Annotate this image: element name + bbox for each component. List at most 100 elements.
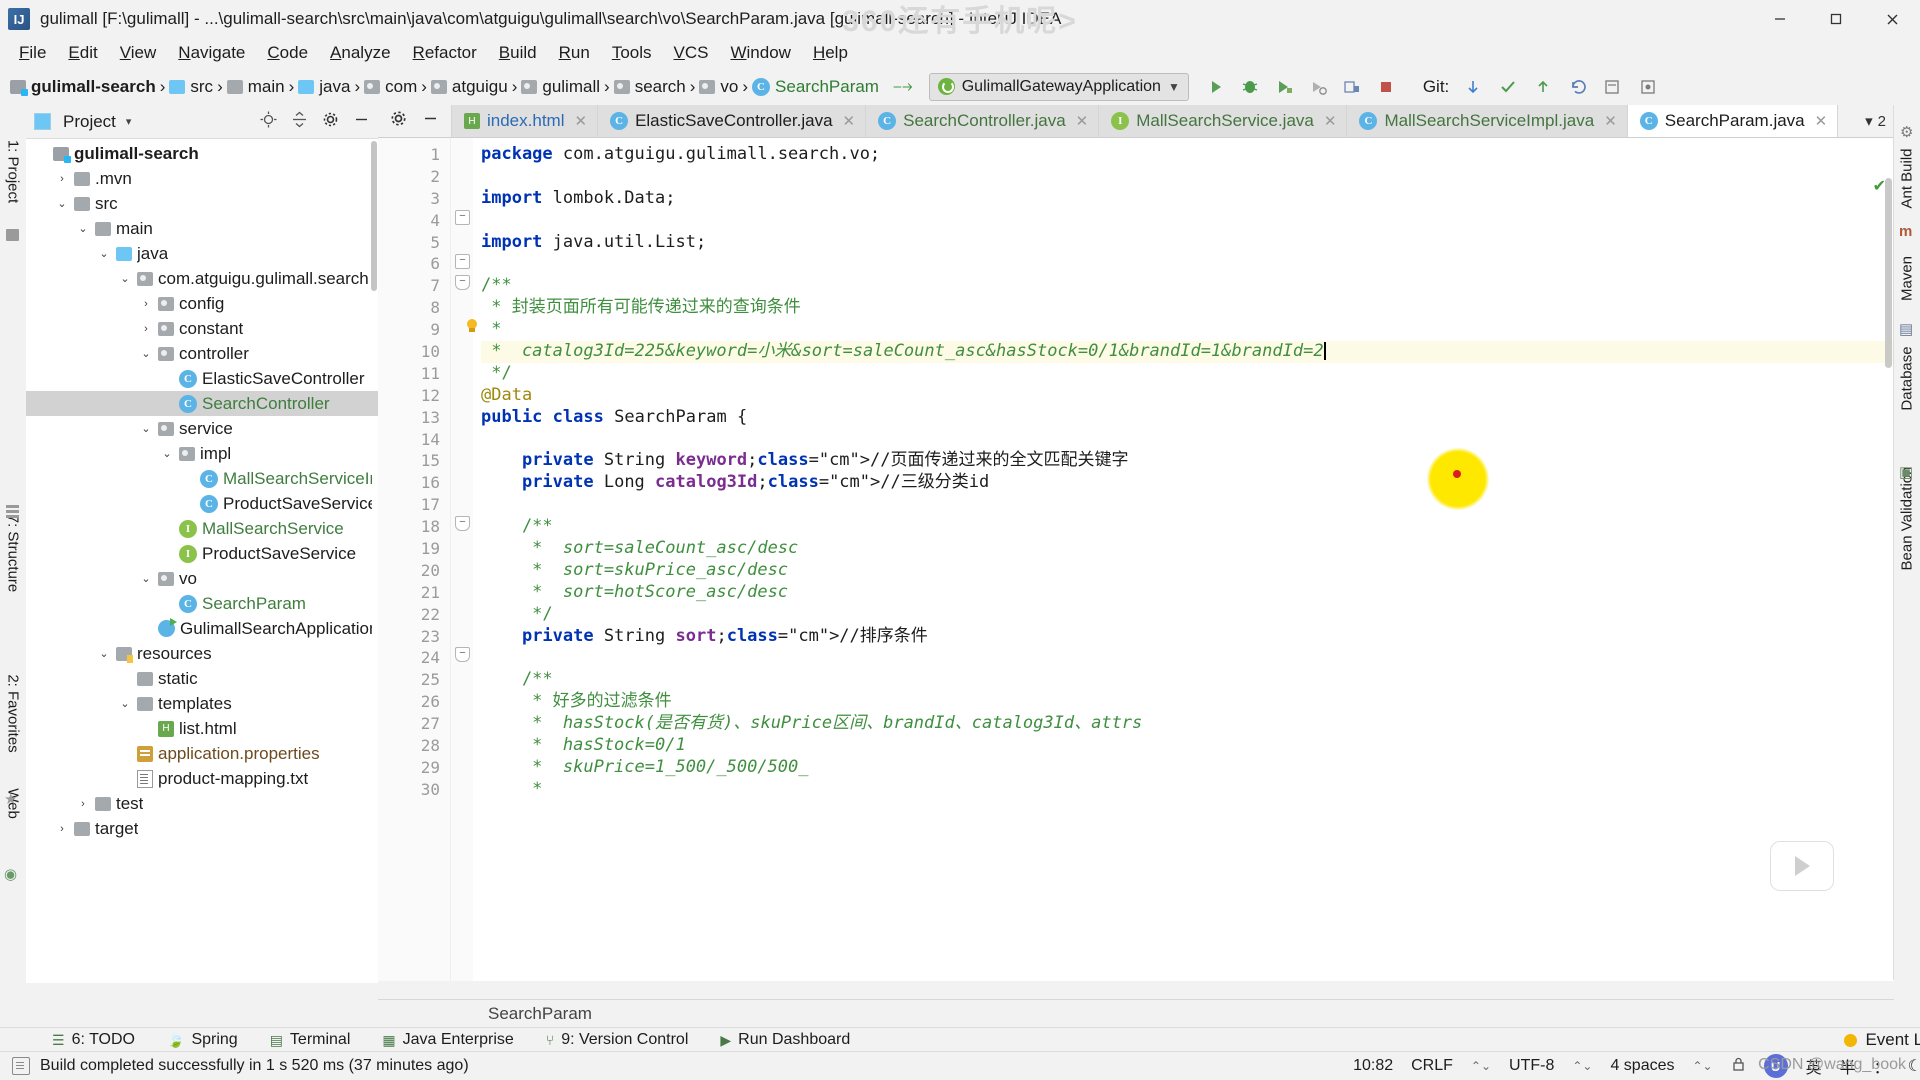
bottom-tool-6-todo[interactable]: ☰ 6: TODO bbox=[36, 1031, 151, 1049]
line-separator[interactable]: CRLF bbox=[1411, 1057, 1453, 1075]
breadcrumb-item-atguigu[interactable]: atguigu bbox=[427, 77, 512, 97]
fold-marker[interactable]: − bbox=[455, 516, 470, 531]
push-icon[interactable] bbox=[1532, 76, 1554, 98]
chevron-down-icon[interactable]: ⌄ bbox=[118, 697, 132, 710]
close-icon[interactable]: ✕ bbox=[1604, 112, 1617, 130]
close-icon[interactable] bbox=[1864, 0, 1920, 38]
hide-icon[interactable] bbox=[422, 110, 439, 132]
code-folding-gutter[interactable]: − − − − − bbox=[451, 138, 473, 981]
chevron-down-icon[interactable]: ⌄ bbox=[118, 272, 132, 285]
chevron-down-icon[interactable]: ⌄ bbox=[55, 197, 69, 210]
run-configuration-selector[interactable]: GulimallGatewayApplication ▼ bbox=[928, 72, 1189, 101]
bottom-tool-9-version-control[interactable]: ⑂ 9: Version Control bbox=[530, 1031, 705, 1049]
stop-icon[interactable] bbox=[1375, 76, 1397, 98]
tree-node--mvn[interactable]: › .mvn bbox=[26, 166, 378, 191]
tree-node-com-atguigu-gulimall-search[interactable]: ⌄ com.atguigu.gulimall.search bbox=[26, 266, 378, 291]
close-icon[interactable]: ✕ bbox=[1815, 112, 1828, 130]
tree-node-service[interactable]: ⌄ service bbox=[26, 416, 378, 441]
menu-item-analyze[interactable]: Analyze bbox=[319, 40, 401, 66]
intention-bulb-icon[interactable] bbox=[465, 319, 479, 335]
event-log-area[interactable]: Event Log bbox=[1844, 1030, 1920, 1050]
sidebar-item-bean-validation[interactable]: Bean Validation bbox=[1899, 467, 1916, 571]
breadcrumb-item-com[interactable]: com bbox=[360, 77, 421, 97]
tree-node-src[interactable]: ⌄ src bbox=[26, 191, 378, 216]
menu-item-navigate[interactable]: Navigate bbox=[167, 40, 256, 66]
tree-node-resources[interactable]: ⌄ resources bbox=[26, 641, 378, 666]
tab-index-html[interactable]: Hindex.html ✕ bbox=[452, 105, 599, 137]
tree-node-impl[interactable]: ⌄ impl bbox=[26, 441, 378, 466]
lock-icon[interactable] bbox=[1731, 1056, 1746, 1077]
tree-node-list-html[interactable]: · Hlist.html bbox=[26, 716, 378, 741]
tab-mallsearchserviceimpl-java[interactable]: C MallSearchServiceImpl.java ✕ bbox=[1347, 105, 1628, 137]
attach-debugger-icon[interactable] bbox=[1341, 76, 1363, 98]
bottom-tool-java-enterprise[interactable]: ▦ Java Enterprise bbox=[366, 1031, 529, 1049]
close-icon[interactable]: ✕ bbox=[843, 112, 856, 130]
caret-position[interactable]: 10:82 bbox=[1353, 1057, 1393, 1075]
update-project-icon[interactable] bbox=[1462, 76, 1484, 98]
fold-marker[interactable]: − bbox=[455, 275, 470, 290]
hide-icon[interactable] bbox=[353, 111, 370, 133]
tree-node-controller[interactable]: ⌄ controller bbox=[26, 341, 378, 366]
tab-searchcontroller-java[interactable]: C SearchController.java ✕ bbox=[866, 105, 1100, 137]
settings-icon[interactable] bbox=[322, 111, 339, 133]
menu-item-build[interactable]: Build bbox=[488, 40, 548, 66]
menu-item-vcs[interactable]: VCS bbox=[663, 40, 720, 66]
tree-node-elasticsavecontroller[interactable]: · C ElasticSaveController bbox=[26, 366, 378, 391]
code-editor[interactable]: 1 2 3 4 5 6 7 8 9 10 11 12 13 14 15 16 17 18 19 20 21 22 23 24 2… bbox=[378, 138, 1894, 981]
breadcrumb-item-vo[interactable]: vo bbox=[695, 77, 742, 97]
breadcrumb-item-searchparam[interactable]: C SearchParam bbox=[748, 77, 883, 97]
sidebar-item-favorites[interactable]: 2: Favorites bbox=[5, 674, 22, 752]
collapse-all-icon[interactable] bbox=[291, 111, 308, 133]
fold-marker[interactable]: − bbox=[455, 254, 470, 269]
sidebar-item-project[interactable]: 1: Project bbox=[5, 140, 22, 203]
chevron-right-icon[interactable]: › bbox=[139, 298, 153, 310]
sidebar-item-database[interactable]: Database bbox=[1899, 346, 1916, 410]
chevron-down-icon[interactable]: ⌄ bbox=[97, 247, 111, 260]
chevron-down-icon[interactable]: ⌄ bbox=[139, 422, 153, 435]
breadcrumb-item-src[interactable]: src bbox=[165, 77, 217, 97]
tree-node-mallsearchserviceimpl[interactable]: · C MallSearchServiceImpl bbox=[26, 466, 378, 491]
tree-node-productsaveservice[interactable]: · I ProductSaveService bbox=[26, 541, 378, 566]
project-tree[interactable]: · gulimall-search › .mvn ⌄ src ⌄ main ⌄ java ⌄ com.… bbox=[26, 139, 378, 983]
chevron-down-icon[interactable]: ⌄ bbox=[139, 572, 153, 585]
branch-icon[interactable] bbox=[1637, 76, 1659, 98]
close-icon[interactable]: ✕ bbox=[1076, 112, 1089, 130]
editor-scrollbar[interactable] bbox=[1885, 178, 1892, 368]
tab-mallsearchservice-java[interactable]: I MallSearchService.java ✕ bbox=[1099, 105, 1348, 137]
chevron-right-icon[interactable]: › bbox=[55, 823, 69, 835]
build-hammer-icon[interactable]: ⤍ bbox=[893, 76, 913, 98]
commit-icon[interactable] bbox=[1497, 76, 1519, 98]
sidebar-item-maven[interactable]: Maven bbox=[1899, 256, 1916, 301]
tab-searchparam-java[interactable]: C SearchParam.java ✕ bbox=[1627, 105, 1839, 137]
chevron-right-icon[interactable]: › bbox=[139, 323, 153, 335]
close-icon[interactable]: ✕ bbox=[1324, 112, 1337, 130]
tree-node-target[interactable]: › target bbox=[26, 816, 378, 841]
settings-icon[interactable] bbox=[390, 110, 407, 132]
breadcrumb-item-java[interactable]: java bbox=[294, 77, 354, 97]
breadcrumb-item-gulimall[interactable]: gulimall bbox=[517, 77, 604, 97]
menu-item-run[interactable]: Run bbox=[548, 40, 601, 66]
maximize-icon[interactable] bbox=[1808, 0, 1864, 38]
menu-item-window[interactable]: Window bbox=[719, 40, 801, 66]
bottom-tool-run-dashboard[interactable]: ▶ Run Dashboard bbox=[704, 1031, 866, 1049]
encoding[interactable]: UTF-8 bbox=[1509, 1057, 1554, 1075]
tree-node-vo[interactable]: ⌄ vo bbox=[26, 566, 378, 591]
menu-item-file[interactable]: File bbox=[8, 40, 57, 66]
fold-marker[interactable]: − bbox=[455, 647, 470, 662]
tree-node-searchparam[interactable]: · C SearchParam bbox=[26, 591, 378, 616]
menu-item-view[interactable]: View bbox=[109, 40, 168, 66]
fold-marker[interactable]: − bbox=[455, 210, 470, 225]
minimize-icon[interactable] bbox=[1752, 0, 1808, 38]
breadcrumb-item-gulimall-search[interactable]: gulimall-search bbox=[6, 77, 160, 97]
code-text[interactable]: package com.atguigu.gulimall.search.vo; i… bbox=[467, 138, 1894, 981]
sidebar-item-structure[interactable]: 7: Structure bbox=[5, 515, 22, 593]
show-history-icon[interactable] bbox=[1602, 76, 1624, 98]
sidebar-item-ant-build[interactable]: Ant Build bbox=[1899, 148, 1916, 208]
profile-icon[interactable] bbox=[1307, 76, 1329, 98]
tree-node-main[interactable]: ⌄ main bbox=[26, 216, 378, 241]
tree-node-java[interactable]: ⌄ java bbox=[26, 241, 378, 266]
tree-node-constant[interactable]: › constant bbox=[26, 316, 378, 341]
chevron-down-icon[interactable]: ⌄ bbox=[160, 447, 174, 460]
tree-node-test[interactable]: › test bbox=[26, 791, 378, 816]
tree-node-mallsearchservice[interactable]: · I MallSearchService bbox=[26, 516, 378, 541]
